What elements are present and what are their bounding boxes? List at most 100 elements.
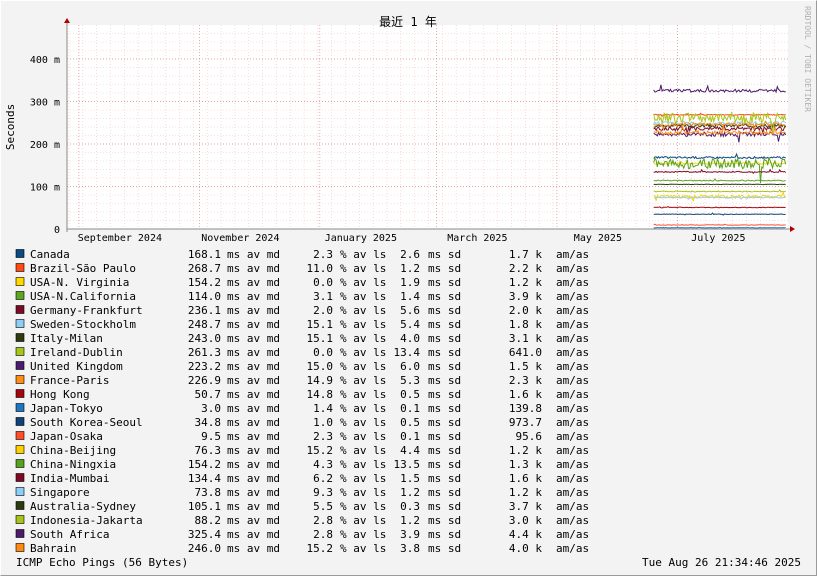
legend-name: Sweden-Stockholm [30,318,136,331]
legend-swatch [15,487,25,496]
legend-sd-unit: ms sd [428,528,461,541]
legend-amas-value: 4.4 k [509,528,542,541]
graph-frame: 0 100 m 200 m 300 m 400 m September 2024 Novem… [0,0,817,576]
legend-amas-unit: am/as [556,332,589,345]
legend-amas-value: 4.0 k [509,542,542,555]
legend-loss-value: 0.0 [313,346,333,359]
y-tick-label: 300 m [30,98,60,109]
legend-row: Singapore 73.8 ms av md 9.3 % av ls 1.2 ms sd 1… [15,486,589,499]
legend-sd-unit: ms sd [428,360,461,373]
x-tick-label: November 2024 [201,233,279,244]
legend-avg-unit: ms av md [227,402,280,415]
legend-amas-unit: am/as [556,374,589,387]
legend-amas-value: 139.8 [509,402,542,415]
legend-swatch [15,403,25,412]
legend-swatch [15,249,25,258]
legend-amas-unit: am/as [556,416,589,429]
legend-avg-value: 246.0 [188,542,221,555]
legend-loss-unit: % av ls [340,472,386,485]
legend-row: India-Mumbai 134.4 ms av md 6.2 % av ls 1.5 ms… [15,472,589,485]
legend-name: Germany-Frankfurt [30,304,143,317]
legend-sd-value: 2.6 [400,248,420,261]
legend-swatch [15,515,25,524]
x-tick-label: September 2024 [78,233,162,244]
chart-title: 最近 1 年 [379,15,437,29]
legend-avg-value: 325.4 [188,528,221,541]
legend-amas-unit: am/as [556,290,589,303]
legend-avg-value: 105.1 [188,500,221,513]
legend-loss-value: 9.3 [313,486,333,499]
legend-avg-value: 88.2 [195,514,222,527]
legend-avg-unit: ms av md [227,528,280,541]
legend-avg-unit: ms av md [227,388,280,401]
legend-avg-unit: ms av md [227,472,280,485]
legend-avg-unit: ms av md [227,304,280,317]
legend-sd-value: 5.3 [400,374,420,387]
legend-swatch [15,291,25,300]
legend-sd-unit: ms sd [428,416,461,429]
legend-sd-unit: ms sd [428,500,461,513]
x-axis-arrow [790,226,795,232]
legend-amas-value: 641.0 [509,346,542,359]
legend-name: South Africa [30,528,109,541]
legend-name: India-Mumbai [30,472,109,485]
legend-amas-unit: am/as [556,276,589,289]
legend-row: Canada 168.1 ms av md 2.3 % av ls 2.6 ms sd 1.7… [15,248,589,261]
legend-avg-value: 223.2 [188,360,221,373]
legend-avg-unit: ms av md [227,430,280,443]
legend-loss-value: 15.0 [307,360,334,373]
legend-amas-unit: am/as [556,346,589,359]
y-tick-label: 0 [54,225,60,236]
legend-name: Japan-Osaka [30,430,103,443]
legend-loss-value: 2.3 [313,248,333,261]
legend-loss-value: 6.2 [313,472,333,485]
legend-avg-unit: ms av md [227,514,280,527]
legend-amas-value: 1.8 k [509,318,542,331]
legend-row: Brazil-São Paulo 268.7 ms av md 11.0 % av ls… [15,262,589,275]
legend-swatch [15,263,25,272]
legend-sd-unit: ms sd [428,388,461,401]
legend-avg-unit: ms av md [227,262,280,275]
legend-amas-value: 1.2 k [509,444,542,457]
legend-swatch [15,459,25,468]
legend-row: Italy-Milan 243.0 ms av md 15.1 % av ls 4.0 ms… [15,332,589,345]
legend-sd-unit: ms sd [428,374,461,387]
x-tick-label: March 2025 [447,233,507,244]
legend-loss-value: 14.9 [307,374,334,387]
legend-avg-unit: ms av md [227,360,280,373]
legend-row: USA-N. Virginia 154.2 ms av md 0.0 % av ls 1.… [15,276,589,289]
legend-sd-unit: ms sd [428,430,461,443]
legend-amas-value: 1.5 k [509,360,542,373]
legend-amas-unit: am/as [556,248,589,261]
legend-row: USA-N.California 114.0 ms av md 3.1 % av ls 1… [15,290,589,303]
legend-name: China-Ningxia [30,458,116,471]
legend-amas-value: 2.3 k [509,374,542,387]
legend-name: Indonesia-Jakarta [30,514,143,527]
legend-amas-value: 1.2 k [509,486,542,499]
legend-row: Australia-Sydney 105.1 ms av md 5.5 % av ls 0… [15,500,589,513]
legend-avg-unit: ms av md [227,486,280,499]
legend-amas-unit: am/as [556,500,589,513]
legend-loss-unit: % av ls [340,416,386,429]
legend-sd-unit: ms sd [428,514,461,527]
legend-sd-value: 3.9 [400,528,420,541]
y-axis-arrow [64,18,70,23]
legend-sd-unit: ms sd [428,248,461,261]
legend-loss-unit: % av ls [340,402,386,415]
legend-loss-value: 15.2 [307,444,334,457]
legend-name: Japan-Tokyo [30,402,103,415]
legend-swatch [15,445,25,454]
legend-row: China-Beijing 76.3 ms av md 15.2 % av ls 4.4 m… [15,444,589,457]
legend-amas-unit: am/as [556,402,589,415]
legend-avg-unit: ms av md [227,332,280,345]
legend-amas-unit: am/as [556,388,589,401]
legend-sd-value: 1.2 [400,262,420,275]
legend-sd-value: 0.1 [400,430,420,443]
legend-name: USA-N. Virginia [30,276,129,289]
legend-name: South Korea-Seoul [30,416,143,429]
legend-amas-unit: am/as [556,472,589,485]
legend-row: Hong Kong 50.7 ms av md 14.8 % av ls 0.5 ms sd… [15,388,589,401]
legend-name: Italy-Milan [30,332,103,345]
legend-name: Brazil-São Paulo [30,262,136,275]
legend-avg-value: 50.7 [195,388,222,401]
